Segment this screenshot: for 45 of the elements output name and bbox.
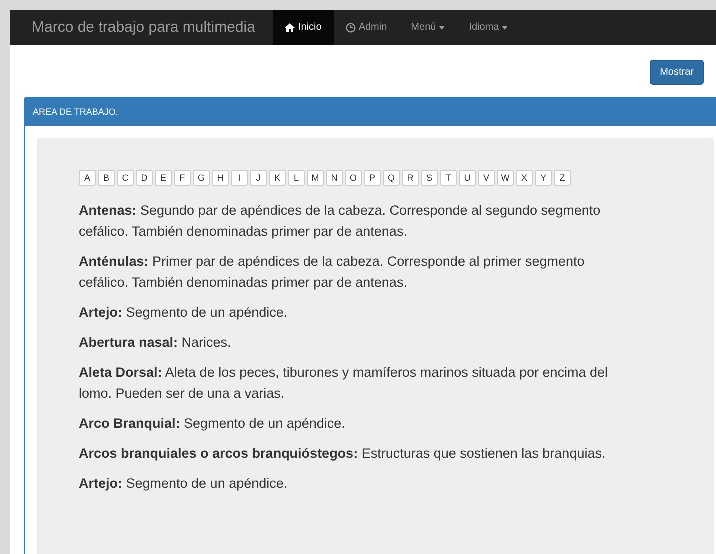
letter-button[interactable]: C (117, 170, 134, 186)
nav-link[interactable]: Inicio (273, 10, 334, 45)
glossary-entry: Abertura nasal: Narices. (79, 334, 232, 352)
glossary-entry: Arcos branquiales o arcos branquióstegos: Estructuras que sostienen las branquias. (79, 445, 607, 463)
nav-link[interactable]: Admin (334, 10, 400, 45)
glossary-entry: Arco Branquial: Segmento de un apéndice. (79, 415, 346, 433)
nav-link[interactable]: Idioma (457, 10, 520, 45)
caret-icon (502, 26, 508, 30)
letter-button[interactable]: X (516, 170, 533, 186)
letter-button[interactable]: V (478, 170, 495, 186)
letter-button[interactable]: Y (535, 170, 552, 186)
letter-button[interactable]: D (136, 170, 153, 186)
letter-button[interactable]: P (364, 170, 381, 186)
letter-button[interactable]: E (155, 170, 172, 186)
brand-title[interactable]: Marco de trabajo para multimedia (10, 10, 274, 45)
letter-button[interactable]: I (231, 170, 248, 186)
panel-title: AREA DE TRABAJO. (25, 98, 716, 126)
home-icon (285, 22, 296, 32)
letter-button[interactable]: W (497, 170, 514, 186)
letter-button[interactable]: Q (383, 170, 400, 186)
letter-button[interactable]: L (288, 170, 305, 186)
letter-button[interactable]: K (269, 170, 286, 186)
letter-button[interactable]: J (250, 170, 267, 186)
letter-button[interactable]: O (345, 170, 362, 186)
show-button[interactable]: Mostrar (650, 60, 704, 85)
letter-button[interactable]: N (326, 170, 343, 186)
letter-button[interactable]: S (421, 170, 438, 186)
letter-button[interactable]: R (402, 170, 419, 186)
letter-button[interactable]: H (212, 170, 229, 186)
letter-button[interactable]: B (98, 170, 115, 186)
glossary-entry: Artejo: Segmento de un apéndice. (79, 304, 289, 322)
glossary-entry: Anténulas: Primer par de apéndices de la cabeza. Corresponde al primer segmento cefálico. También denominadas primer par de antenas. (79, 253, 586, 292)
glossary-entry: Antenas: Segundo par de apéndices de la cabeza. Corresponde al segundo segmento cefálico. También denominadas primer par de antenas. (79, 202, 602, 241)
letter-button[interactable]: Z (554, 170, 571, 186)
letter-button[interactable]: A (79, 170, 96, 186)
glossary-entry: Aleta Dorsal: Aleta de los peces, tiburones y mamíferos marinos situada por encima del lomo. Pueden ser de una a varias. (79, 364, 610, 403)
nav-link[interactable]: Menú (399, 10, 458, 45)
letter-button[interactable]: U (459, 170, 476, 186)
letter-button[interactable]: T (440, 170, 457, 186)
caret-icon (439, 26, 446, 30)
clock-icon (346, 22, 356, 32)
letter-button[interactable]: F (174, 170, 191, 186)
letter-button[interactable]: G (193, 170, 210, 186)
letter-button[interactable]: M (307, 170, 324, 186)
glossary-entry: Artejo: Segmento de un apéndice. (79, 475, 289, 493)
